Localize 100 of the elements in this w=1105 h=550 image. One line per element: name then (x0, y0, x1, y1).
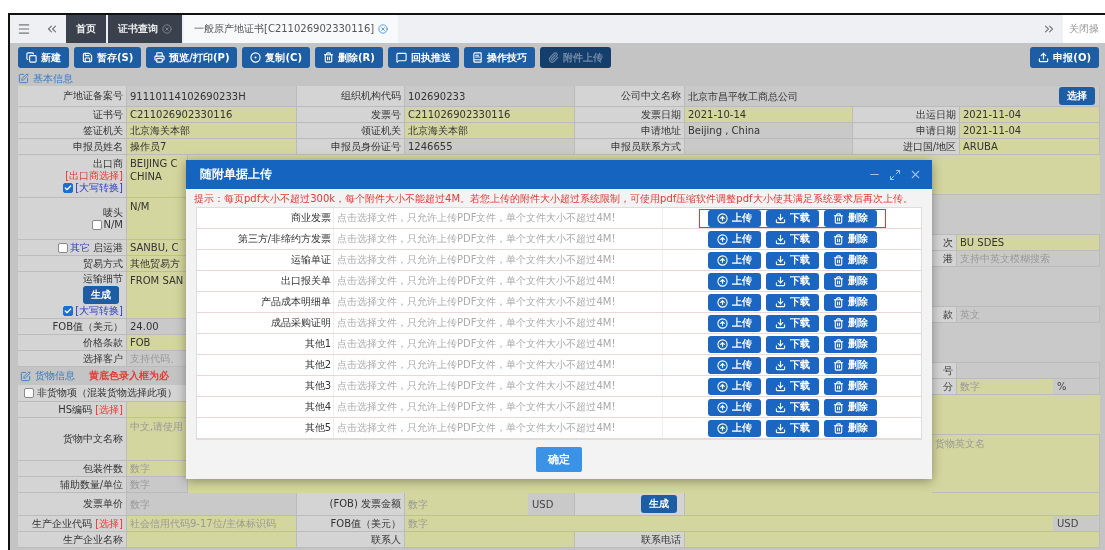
select-link[interactable]: [选择] (95, 403, 123, 416)
input-field[interactable] (685, 493, 1100, 516)
action-button[interactable]: 生成 (641, 495, 677, 513)
toolbar-button[interactable]: 删除(R) (314, 47, 383, 68)
menu-icon[interactable] (17, 22, 31, 36)
option-link[interactable]: [大写转换] (75, 305, 123, 318)
row-action-button[interactable]: 上传 (707, 377, 761, 395)
input-field[interactable]: 91110114102690233H (127, 86, 297, 107)
input-field[interactable]: 1246655 (405, 139, 575, 155)
row-action-button[interactable]: 删除 (823, 209, 877, 227)
input-field[interactable]: N/M (127, 197, 188, 241)
select-link[interactable]: [选择] (95, 517, 123, 530)
chevrons-right-icon[interactable] (1042, 22, 1056, 36)
input-field[interactable]: 2021-10-14 (685, 107, 853, 123)
tab[interactable]: 首页 (66, 15, 106, 43)
row-action-button[interactable]: 下载 (765, 314, 819, 332)
input-field[interactable]: BU SDES (957, 235, 1100, 252)
input-field[interactable]: Beijing , China (685, 123, 853, 139)
input-field[interactable]: 北京海关本部 (127, 123, 297, 139)
row-action-button[interactable]: 上传 (707, 398, 761, 416)
checkbox[interactable] (63, 306, 74, 317)
input-field[interactable] (127, 402, 188, 419)
row-action-button[interactable]: 删除 (823, 356, 877, 374)
select-link[interactable]: [出口商选择] (65, 169, 123, 182)
input-field[interactable]: C211026902330116 (127, 107, 297, 123)
input-field[interactable] (685, 139, 853, 155)
chevrons-left-icon[interactable] (45, 22, 59, 36)
close-icon[interactable] (162, 24, 172, 34)
row-action-button[interactable]: 上传 (707, 335, 761, 353)
option-link[interactable]: [大写转换] (75, 181, 123, 194)
toolbar-button[interactable]: 新建 (18, 47, 69, 68)
toolbar-button[interactable]: 附件上传 (539, 47, 611, 68)
input-field[interactable]: FOB (127, 335, 188, 352)
input-field[interactable]: 24.00 (127, 319, 188, 336)
row-action-button[interactable]: 删除 (823, 335, 877, 353)
toolbar-button[interactable]: 操作技巧 (463, 47, 535, 68)
toolbar-button[interactable]: 预览/打印(P) (146, 47, 238, 68)
input-field[interactable]: C211026902330116 (405, 107, 575, 123)
upload-icon (716, 254, 728, 266)
row-action-button[interactable]: 上传 (707, 419, 761, 437)
confirm-button[interactable]: 确定 (536, 447, 582, 472)
row-action-button[interactable]: 上传 (707, 251, 761, 269)
input-field[interactable]: 操作员7 (127, 139, 297, 155)
row-action-button[interactable]: 下载 (765, 293, 819, 311)
field-label: 发票单价 (83, 498, 123, 510)
row-action-button[interactable]: 上传 (707, 272, 761, 290)
input-field[interactable] (127, 532, 297, 548)
tab[interactable]: 一般原产地证书[C211026902330116] (184, 15, 399, 43)
row-action-button[interactable]: 下载 (765, 251, 819, 269)
row-action-button[interactable]: 上传 (707, 314, 761, 332)
row-action-button[interactable]: 删除 (823, 272, 877, 290)
action-button[interactable]: 生成 (83, 286, 119, 305)
row-action-button[interactable]: 删除 (823, 293, 877, 311)
maximize-icon[interactable] (889, 168, 901, 181)
checkbox[interactable] (58, 242, 68, 253)
row-action-button[interactable]: 上传 (707, 230, 761, 248)
checkbox[interactable] (91, 219, 102, 230)
input-field[interactable] (957, 363, 1100, 380)
close-icon[interactable] (378, 24, 389, 34)
row-action-button[interactable]: 删除 (823, 251, 877, 269)
checkbox[interactable] (24, 388, 34, 399)
row-action-button[interactable]: 删除 (823, 419, 877, 437)
row-action-button[interactable]: 上传 (707, 293, 761, 311)
input-field[interactable]: 2021-11-04 (960, 123, 1100, 139)
input-field[interactable]: 102690233 (405, 86, 575, 107)
row-action-button[interactable]: 上传 (707, 209, 761, 227)
input-field[interactable]: FROM SAN (127, 272, 188, 320)
row-action-button[interactable]: 下载 (765, 398, 819, 416)
toolbar-button[interactable]: 暂存(S) (74, 47, 142, 68)
input-field[interactable]: 2021-11-04 (960, 107, 1100, 123)
option-link[interactable]: 其它 (70, 241, 90, 254)
input-field[interactable]: SANBU, C (127, 240, 188, 257)
close-menu-link[interactable]: 关闭操 (1063, 15, 1105, 43)
input-field[interactable]: BEIJING C CHINA (127, 155, 188, 198)
row-action-button[interactable]: 删除 (823, 377, 877, 395)
row-action-button[interactable]: 删除 (823, 230, 877, 248)
row-action-button[interactable]: 删除 (823, 398, 877, 416)
row-action-button[interactable]: 上传 (707, 356, 761, 374)
row-action-button[interactable]: 下载 (765, 356, 819, 374)
row-action-button[interactable]: 下载 (765, 230, 819, 248)
toolbar-button[interactable]: 复制(C) (242, 47, 310, 68)
row-action-button[interactable]: 下载 (765, 377, 819, 395)
input-field[interactable] (685, 532, 1100, 548)
row-action-button[interactable]: 删除 (823, 314, 877, 332)
row-action-button[interactable]: 下载 (765, 419, 819, 437)
action-button[interactable]: 选择 (1059, 87, 1095, 105)
input-field[interactable]: 北京市昌平牧工商总公司 选择 (685, 86, 1100, 107)
row-action-button[interactable]: 下载 (765, 209, 819, 227)
input-field[interactable] (405, 532, 575, 548)
checkbox[interactable] (63, 182, 74, 193)
toolbar-button[interactable]: 回执推送 (387, 47, 459, 68)
input-field[interactable]: ARUBA (960, 139, 1100, 155)
tab[interactable]: 证书查询 (108, 15, 182, 43)
input-field[interactable]: 其他贸易方 (127, 256, 188, 273)
input-field[interactable]: 北京海关本部 (405, 123, 575, 139)
close-icon[interactable] (909, 168, 922, 181)
submit-button[interactable]: 申报(O) (1030, 47, 1099, 68)
field-label: 发票号 (371, 108, 401, 121)
row-action-button[interactable]: 下载 (765, 335, 819, 353)
row-action-button[interactable]: 下载 (765, 272, 819, 290)
